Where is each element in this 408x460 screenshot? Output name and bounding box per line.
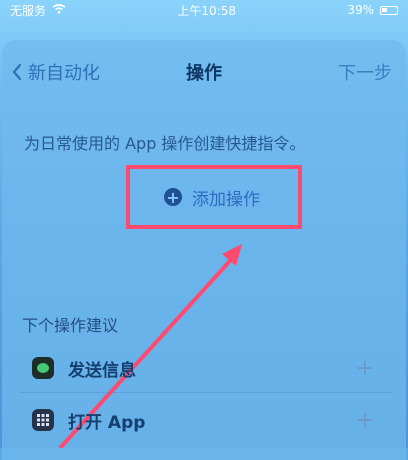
battery-icon	[380, 5, 398, 15]
add-action-button[interactable]: + 添加操作	[142, 174, 282, 220]
page-title: 操作	[186, 63, 222, 84]
back-button[interactable]: 新自动化	[12, 59, 100, 85]
app-grid-icon	[32, 409, 54, 431]
message-icon	[32, 357, 54, 379]
suggestion-label: 发送信息	[68, 360, 136, 381]
divider	[20, 392, 392, 393]
description-text: 为日常使用的 App 操作创建快捷指令。	[24, 134, 306, 153]
next-button[interactable]: 下一步	[338, 59, 392, 85]
add-icon[interactable]: +	[356, 408, 374, 433]
battery-percent: 39%	[347, 3, 374, 17]
back-label: 新自动化	[28, 63, 100, 84]
suggestion-open-app[interactable]: 打开 App +	[20, 400, 392, 440]
plus-circle-icon: +	[164, 188, 182, 207]
nav-bar: 新自动化 操作 下一步	[0, 52, 408, 92]
carrier-label: 无服务	[10, 3, 47, 18]
wifi-icon	[52, 3, 66, 17]
add-action-label: 添加操作	[192, 189, 260, 210]
clock: 上午10:58	[177, 3, 236, 18]
suggestions-header: 下个操作建议	[22, 316, 119, 335]
suggestion-send-message[interactable]: 发送信息 +	[20, 348, 392, 388]
add-icon[interactable]: +	[356, 356, 374, 381]
chevron-left-icon	[12, 63, 22, 81]
modal-sheet	[2, 40, 406, 460]
status-bar: 无服务 上午10:58 39%	[0, 0, 408, 20]
suggestion-label: 打开 App	[68, 412, 146, 433]
